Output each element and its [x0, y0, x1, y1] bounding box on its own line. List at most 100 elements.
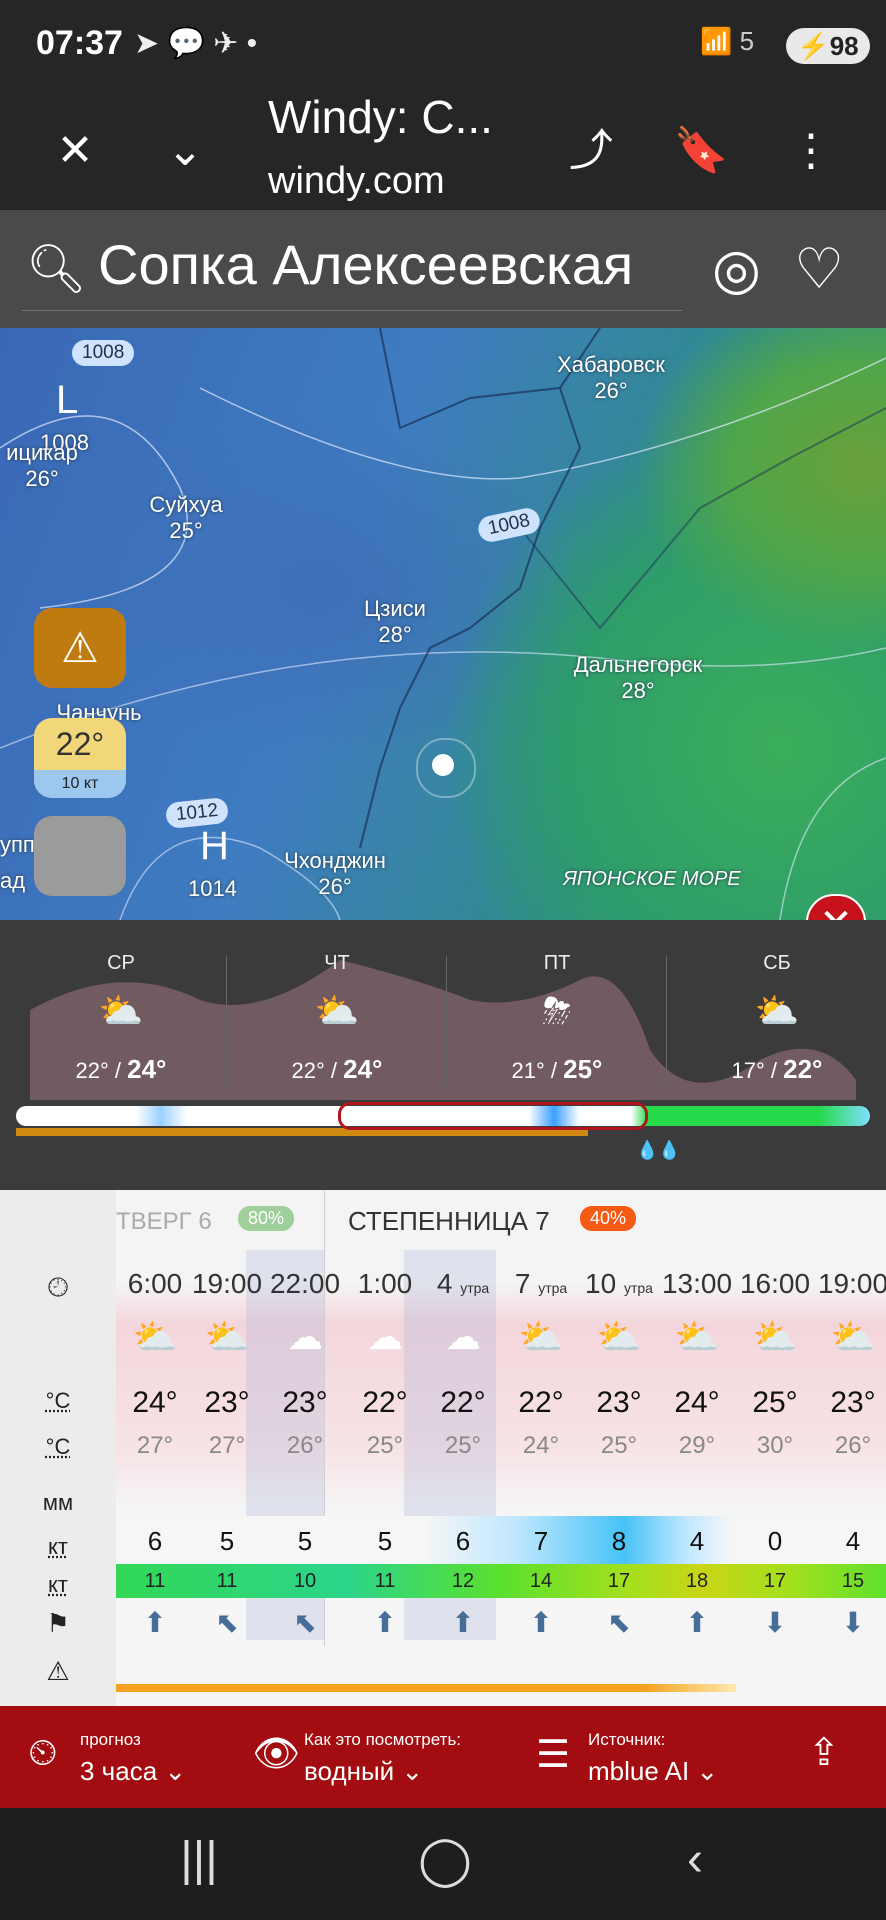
hour-label[interactable]: 19:00: [814, 1268, 886, 1300]
current-temp: 22°: [55, 726, 105, 762]
day-summary[interactable]: СБ ⛅ 17° / 22°: [672, 920, 882, 1100]
hour-label[interactable]: 19:00: [188, 1268, 266, 1300]
current-weather-widget[interactable]: 22° 10 кт: [34, 718, 126, 798]
gust-unit[interactable]: кт: [0, 1572, 116, 1598]
day-header: ТВЕРГ 6: [116, 1208, 212, 1235]
page-title: Windy: С...: [268, 91, 493, 143]
day-name: СБ: [763, 952, 791, 974]
wind-speed-cell: 8: [611, 1526, 627, 1556]
day-name: СР: [107, 952, 135, 974]
wind-gust-cell: 10: [293, 1570, 317, 1592]
favorite-icon[interactable]: ♡: [794, 236, 844, 302]
hour-label[interactable]: 4 утра: [424, 1268, 502, 1300]
wind-gust-cell: 15: [841, 1570, 865, 1592]
feels-like-cell: 25°: [444, 1432, 482, 1459]
hour-label[interactable]: 7 утра: [502, 1268, 580, 1300]
temperature-cell: 23°: [830, 1386, 876, 1419]
notification-icons: ➤ 💬 ✈ •: [134, 27, 258, 60]
bottom-controls: ⏲ прогноз 3 часа ⌄ 👁︎ Как это посмотреть…: [0, 1706, 886, 1808]
clock-icon: ⏲: [28, 1732, 58, 1774]
weather-map[interactable]: 1008 1008 1012 L 1008 H 1014 Хабаровск 26…: [0, 328, 886, 920]
page-url[interactable]: windy.com: [268, 160, 445, 203]
warning-button[interactable]: ⚠: [34, 608, 126, 688]
city-label-suihua: Суйхуа 25°: [149, 492, 223, 543]
hour-label[interactable]: 10 утра: [580, 1268, 658, 1300]
warning-icon: ⚠: [61, 624, 99, 671]
wind-direction-arrow-icon: ⬆: [373, 1607, 397, 1638]
recent-apps-icon[interactable]: |||: [154, 1832, 244, 1887]
home-icon[interactable]: ◯: [400, 1832, 490, 1888]
wifi-signal-icon: 📶 5: [700, 26, 755, 56]
city-label-chongjin: Чхонджин 26°: [284, 848, 386, 899]
view-mode-select[interactable]: водный ⌄: [304, 1756, 423, 1787]
bookmark-icon[interactable]: 🔖: [666, 116, 736, 186]
view-label: Как это посмотреть:: [304, 1730, 462, 1749]
day-divider: [226, 956, 227, 1086]
wind-direction-icon: ⚑: [46, 1608, 70, 1638]
city-label-dalnegorsk: Дальнегорск 28°: [573, 652, 703, 703]
more-options-icon[interactable]: ⋮: [776, 116, 846, 186]
rain-unit[interactable]: мм: [0, 1490, 116, 1516]
partly-cloudy-icon: ⛅: [98, 990, 144, 1031]
gps-locate-icon[interactable]: ◎: [712, 236, 761, 302]
feels-like-cell: 29°: [678, 1432, 716, 1459]
temperature-cell: 22°: [440, 1386, 486, 1419]
thunderstorm-icon: ⛈: [542, 990, 572, 1031]
hour-label[interactable]: 6:00: [116, 1268, 194, 1300]
wind-gust-cell: 11: [216, 1570, 238, 1592]
hourly-forecast-table[interactable]: 🕘︎ °C °C мм кт кт ⚑ ⚠ ТВЕРГ 6 80% СТЕПЕН…: [0, 1190, 886, 1706]
hour-label[interactable]: 1:00: [346, 1268, 424, 1300]
temperature-cell: 23°: [282, 1386, 328, 1419]
source-label: Источник:: [588, 1730, 666, 1749]
day-divider: [446, 956, 447, 1086]
day-temps: 21° / 25°: [511, 1054, 603, 1084]
source-select[interactable]: mblue AI ⌄: [588, 1756, 718, 1787]
search-icon[interactable]: 🔍︎: [26, 240, 87, 297]
weather-icon: ☁: [445, 1316, 481, 1357]
temperature-cell: 22°: [518, 1386, 564, 1419]
back-icon[interactable]: ‹: [650, 1832, 740, 1887]
hour-label[interactable]: 22:00: [266, 1268, 344, 1300]
search-bar: 🔍︎ Сопка Алексеевская ◎ ♡: [0, 210, 886, 328]
feels-unit[interactable]: °C: [0, 1434, 116, 1460]
wind-gust-cell: 18: [685, 1570, 709, 1592]
feels-like-cell: 24°: [522, 1432, 560, 1459]
search-underline: [22, 310, 682, 311]
wind-direction-arrow-icon: ⬉: [607, 1607, 631, 1638]
browser-toolbar: ✕ ⌄ Windy: С... windy.com ⤴ 🔖 ⋮: [0, 90, 886, 210]
location-name[interactable]: Сопка Алексеевская: [98, 232, 633, 297]
upload-icon[interactable]: ⇪: [808, 1730, 840, 1775]
day-summary[interactable]: ЧТ ⛅ 22° / 24°: [232, 920, 442, 1100]
weather-icon: ⛅: [674, 1316, 720, 1357]
forecast-step-select[interactable]: 3 часа ⌄: [80, 1756, 186, 1787]
layer-thumbnail-button[interactable]: [34, 816, 126, 896]
location-marker[interactable]: [432, 754, 454, 776]
timeline-selection[interactable]: [338, 1102, 648, 1130]
feels-like-cell: 25°: [600, 1432, 638, 1459]
close-icon[interactable]: ✕: [40, 116, 110, 186]
wind-direction-arrow-icon: ⬇: [841, 1607, 865, 1638]
wind-direction-arrow-icon: ⬉: [215, 1607, 239, 1638]
temperature-cell: 23°: [596, 1386, 642, 1419]
wind-direction-arrow-icon: ⬆: [685, 1607, 709, 1638]
high-pressure-letter: H: [200, 824, 229, 868]
weather-icon: ⛅: [518, 1316, 564, 1357]
weather-icon: ☁: [287, 1316, 323, 1357]
weather-icon: ⛅: [204, 1316, 250, 1357]
feels-like-cell: 27°: [136, 1432, 174, 1459]
day-summary[interactable]: ПТ ⛈ 21° / 25°: [452, 920, 662, 1100]
wind-gust-cell: 14: [529, 1570, 553, 1592]
day-summary[interactable]: СР ⛅ 22° / 24°: [16, 920, 226, 1100]
hour-label[interactable]: 16:00: [736, 1268, 814, 1300]
wind-direction-arrow-icon: ⬆: [451, 1607, 475, 1638]
chevron-down-icon[interactable]: ⌄: [150, 116, 220, 186]
share-icon[interactable]: ⤴: [556, 116, 626, 186]
map-overlay: [0, 328, 886, 920]
hour-label[interactable]: 13:00: [658, 1268, 736, 1300]
temp-unit[interactable]: °C: [0, 1388, 116, 1414]
wind-unit[interactable]: кт: [0, 1534, 116, 1560]
feels-like-cell: 26°: [834, 1432, 872, 1459]
temperature-cell: 24°: [132, 1386, 178, 1419]
temperature-cell: 24°: [674, 1386, 720, 1419]
wind-direction-arrow-icon: ⬆: [529, 1607, 553, 1638]
